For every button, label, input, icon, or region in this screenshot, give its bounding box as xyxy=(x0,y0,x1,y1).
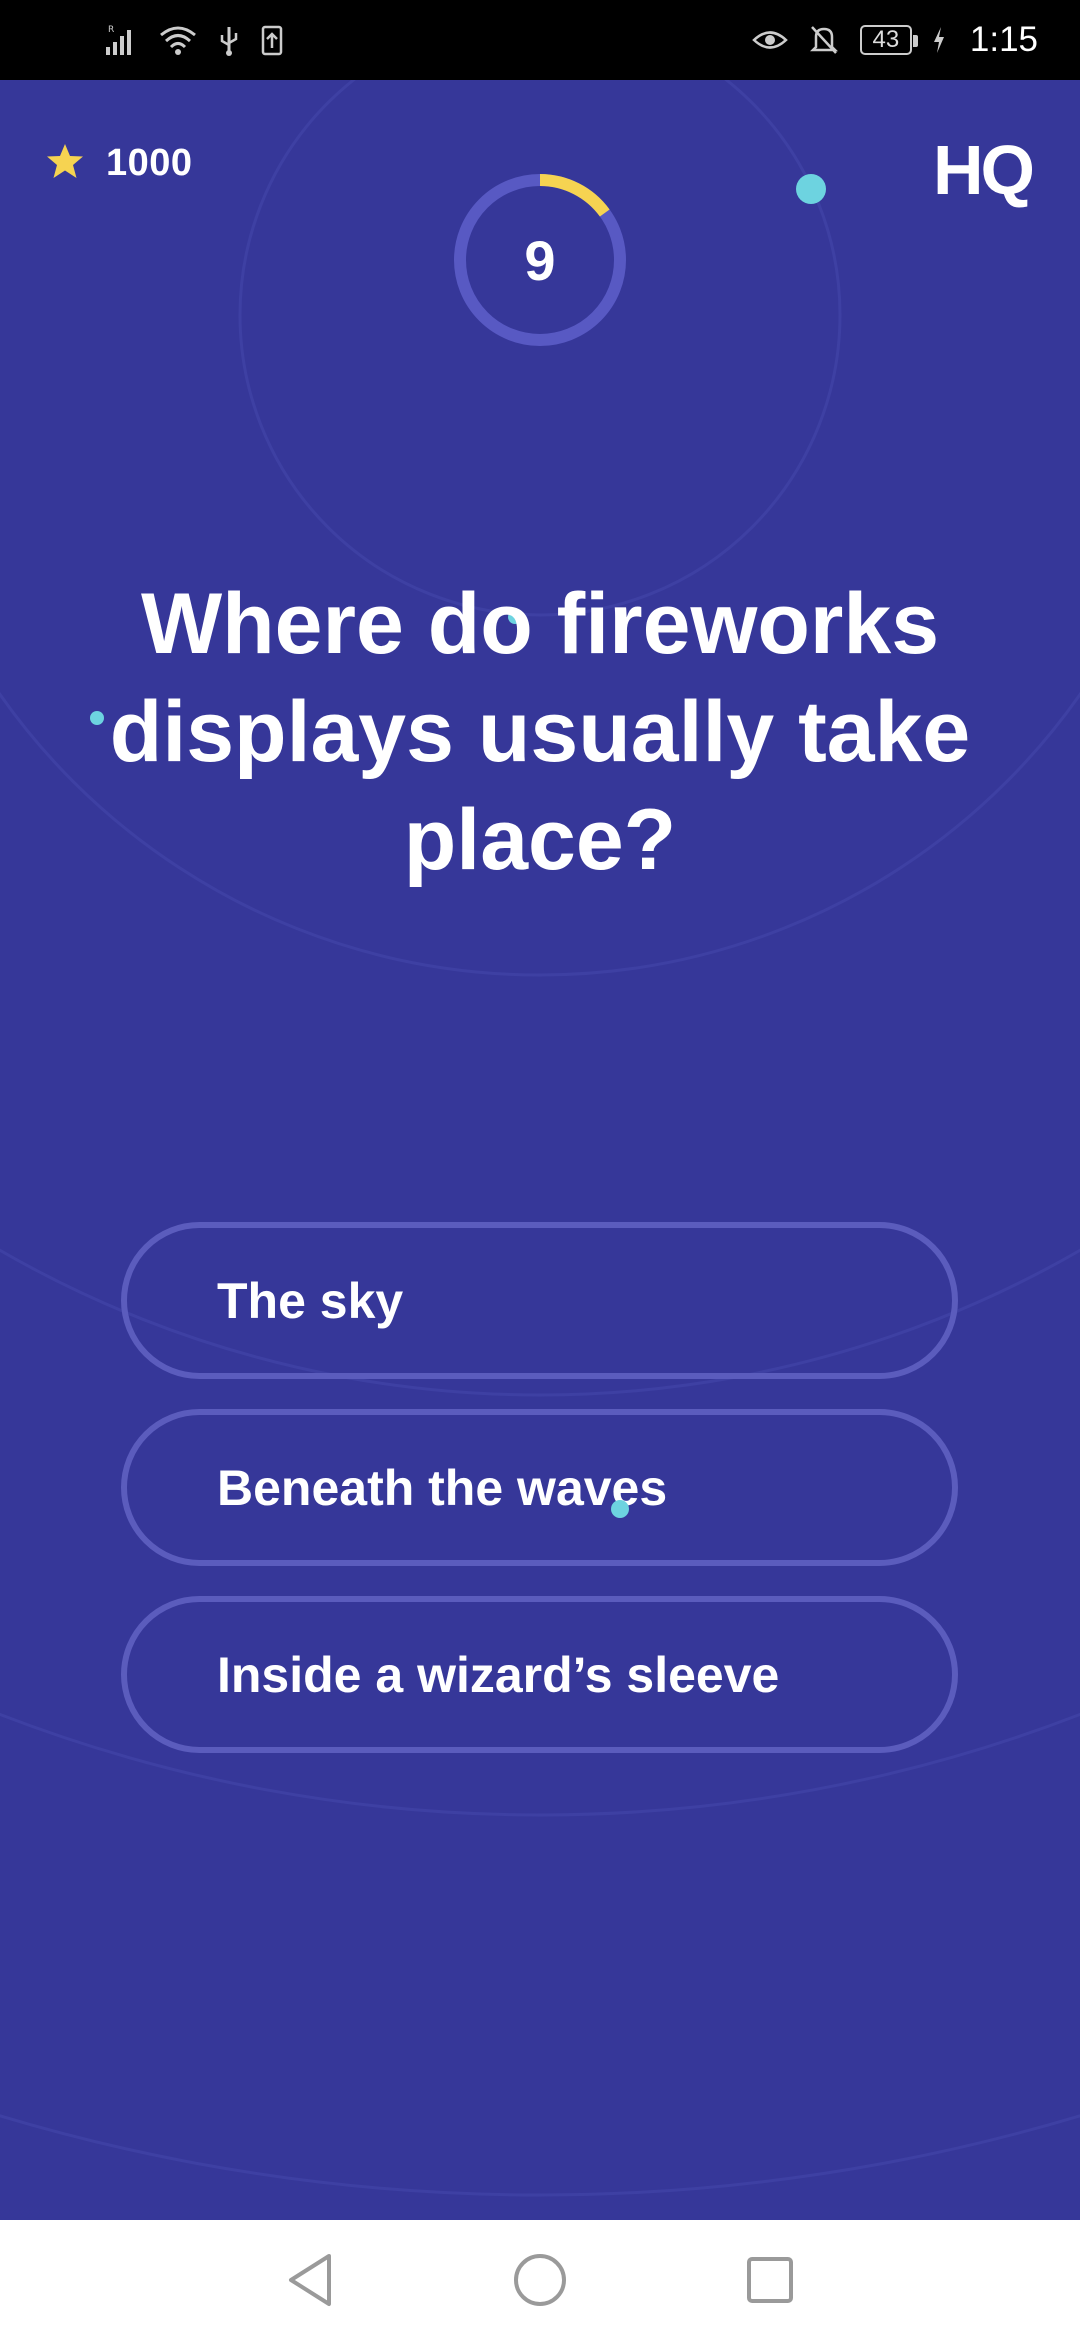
back-button[interactable] xyxy=(270,2240,350,2320)
answer-option-2[interactable]: Beneath the waves xyxy=(121,1409,958,1566)
answer-label: Beneath the waves xyxy=(217,1459,668,1516)
wifi-icon xyxy=(158,23,198,57)
svg-text:R: R xyxy=(108,25,114,35)
status-right: 43 1:15 xyxy=(752,20,1038,60)
navigation-bar xyxy=(0,2220,1080,2340)
back-icon xyxy=(289,2254,331,2306)
answer-label: Inside a wizard’s sleeve xyxy=(217,1646,780,1703)
star-icon xyxy=(46,143,84,184)
status-bar: R 43 1:15 xyxy=(0,0,1080,80)
battery-indicator: 43 xyxy=(859,25,918,55)
score-value: 1000 xyxy=(106,142,193,184)
background-rings xyxy=(0,80,1080,2196)
hq-logo: HQ xyxy=(933,131,1035,209)
recents-button[interactable] xyxy=(730,2240,810,2320)
status-time: 1:15 xyxy=(969,20,1038,59)
status-left: R xyxy=(104,23,284,57)
countdown-timer: 9 xyxy=(453,173,627,347)
home-icon xyxy=(514,2254,566,2306)
eye-icon xyxy=(752,25,788,55)
question-text: Where do fireworks displays usually take… xyxy=(109,576,971,888)
upload-icon xyxy=(260,23,284,57)
home-button[interactable] xyxy=(500,2240,580,2320)
score-display: 1000 xyxy=(46,142,193,185)
battery-level: 43 xyxy=(872,26,900,53)
decor-dot xyxy=(796,174,826,204)
usb-icon xyxy=(218,23,240,57)
answer-label: The sky xyxy=(217,1272,404,1329)
timer-value: 9 xyxy=(524,228,556,292)
charging-icon xyxy=(932,25,946,55)
decor-dot xyxy=(611,1500,629,1518)
answer-option-1[interactable]: The sky xyxy=(121,1222,958,1379)
signal-icon: R xyxy=(104,23,138,57)
recents-icon xyxy=(747,2257,793,2303)
bell-off-icon xyxy=(808,23,840,57)
trivia-game-area: 1000 HQ 9 Where do fireworks displays us… xyxy=(0,80,1080,2220)
answer-option-3[interactable]: Inside a wizard’s sleeve xyxy=(121,1596,958,1753)
phone-screen: R 43 1:15 1000 HQ 9 Where do fireworks d… xyxy=(0,0,1080,2340)
